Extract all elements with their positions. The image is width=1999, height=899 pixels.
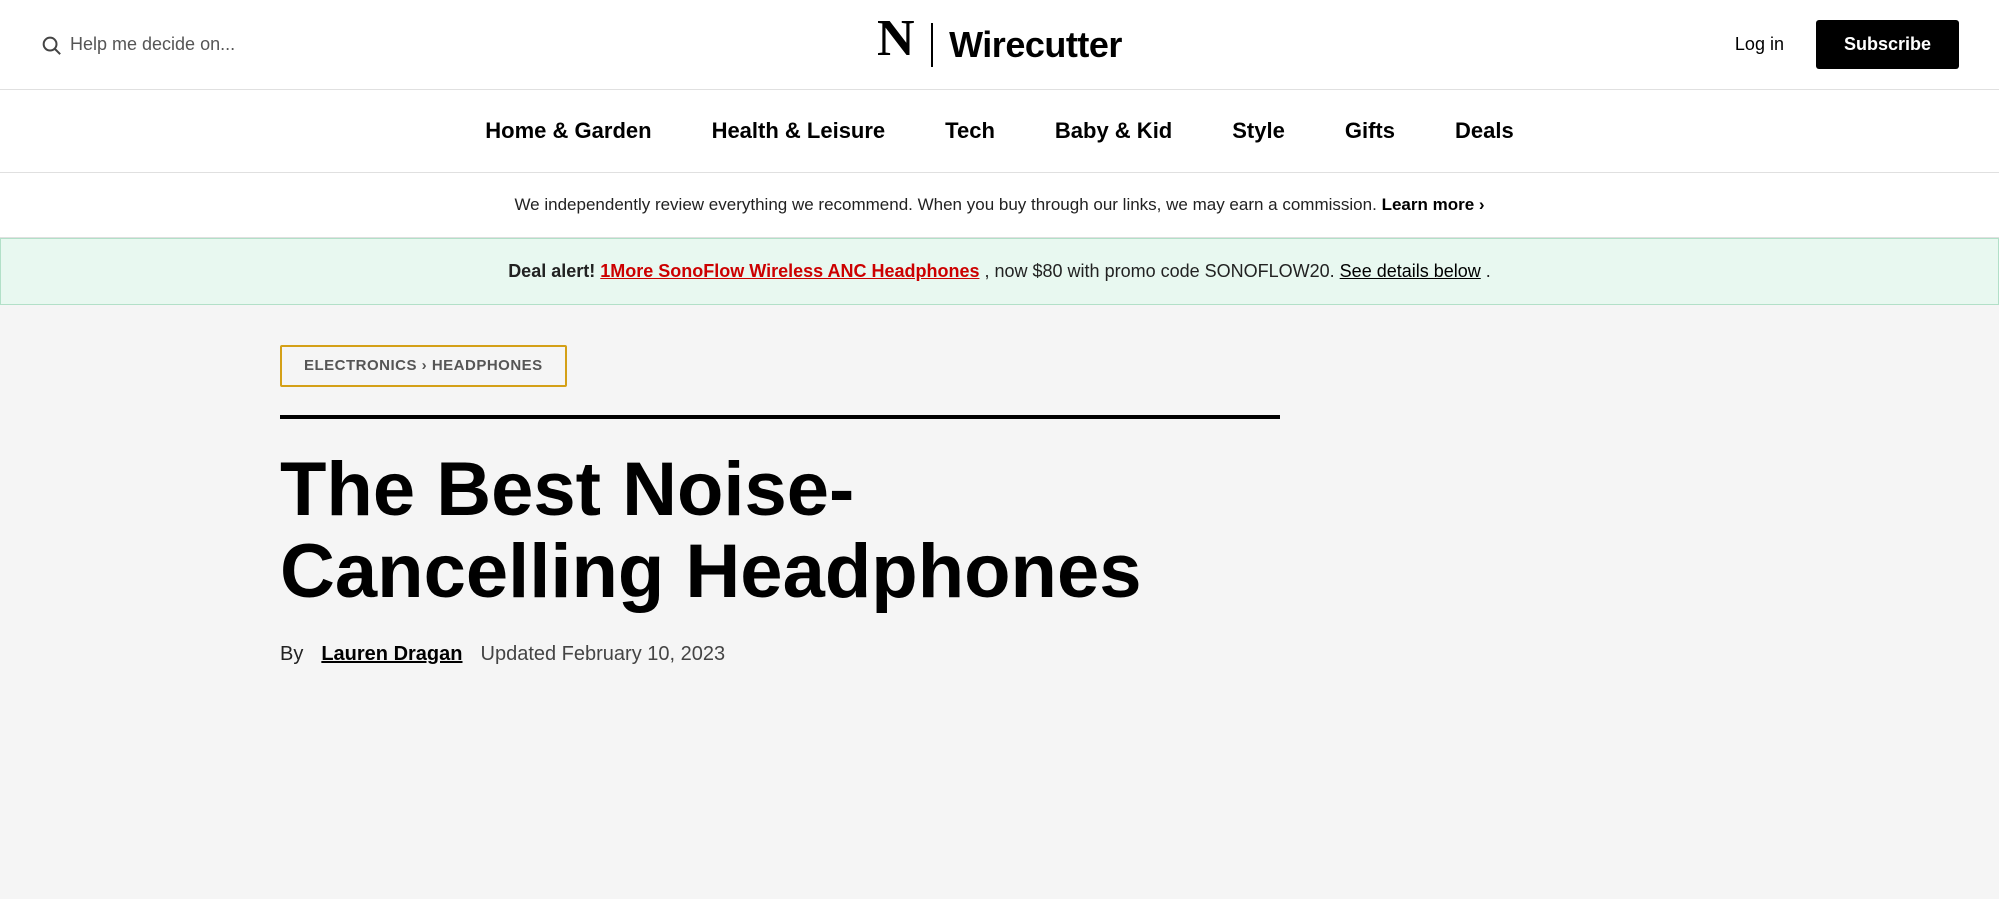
learn-more-link[interactable]: Learn more › xyxy=(1382,195,1485,214)
search-placeholder-text: Help me decide on... xyxy=(70,34,235,55)
search-icon xyxy=(40,34,62,56)
login-button[interactable]: Log in xyxy=(1723,26,1796,63)
deal-product-link[interactable]: 1More SonoFlow Wireless ANC Headphones xyxy=(600,261,979,281)
nav-item-home-garden[interactable]: Home & Garden xyxy=(485,118,651,144)
deal-text: , now $80 with promo code SONOFLOW20. xyxy=(985,261,1335,281)
nav-item-baby-kid[interactable]: Baby & Kid xyxy=(1055,118,1172,144)
deal-alert-bar: Deal alert! 1More SonoFlow Wireless ANC … xyxy=(0,238,1999,305)
search-bar[interactable]: Help me decide on... xyxy=(40,34,235,56)
nav-item-gifts[interactable]: Gifts xyxy=(1345,118,1395,144)
svg-text:N: N xyxy=(877,17,914,61)
wirecutter-logo-text: Wirecutter xyxy=(949,24,1122,66)
author-link[interactable]: Lauren Dragan xyxy=(321,643,462,666)
article-date: Updated February 10, 2023 xyxy=(481,643,726,666)
disclaimer-bar: We independently review everything we re… xyxy=(0,173,1999,238)
main-content: ELECTRONICS › HEADPHONES The Best Noise-… xyxy=(0,305,1999,706)
deal-alert-label: Deal alert! xyxy=(508,261,595,281)
deal-period: . xyxy=(1486,261,1491,281)
breadcrumb-text: ELECTRONICS › HEADPHONES xyxy=(304,357,543,374)
nav-item-deals[interactable]: Deals xyxy=(1455,118,1514,144)
nyt-logo: N xyxy=(877,17,915,72)
site-logo[interactable]: N Wirecutter xyxy=(877,17,1122,72)
nav-item-tech[interactable]: Tech xyxy=(945,118,995,144)
subscribe-button[interactable]: Subscribe xyxy=(1816,20,1959,69)
logo-divider xyxy=(931,23,933,67)
header-actions: Log in Subscribe xyxy=(1619,20,1959,69)
main-nav: Home & Garden Health & Leisure Tech Baby… xyxy=(0,90,1999,173)
article-divider xyxy=(280,415,1280,419)
disclaimer-text: We independently review everything we re… xyxy=(514,195,1376,214)
breadcrumb[interactable]: ELECTRONICS › HEADPHONES xyxy=(280,345,567,387)
see-details-link[interactable]: See details below xyxy=(1340,261,1481,281)
article-byline: By Lauren Dragan Updated February 10, 20… xyxy=(280,643,1719,666)
article-title: The Best Noise-Cancelling Headphones xyxy=(280,449,1180,613)
site-header: Help me decide on... N Wirecutter Log in… xyxy=(0,0,1999,90)
header-left: Help me decide on... xyxy=(40,34,380,56)
byline-by: By xyxy=(280,643,303,666)
nav-item-style[interactable]: Style xyxy=(1232,118,1285,144)
nav-item-health-leisure[interactable]: Health & Leisure xyxy=(712,118,886,144)
